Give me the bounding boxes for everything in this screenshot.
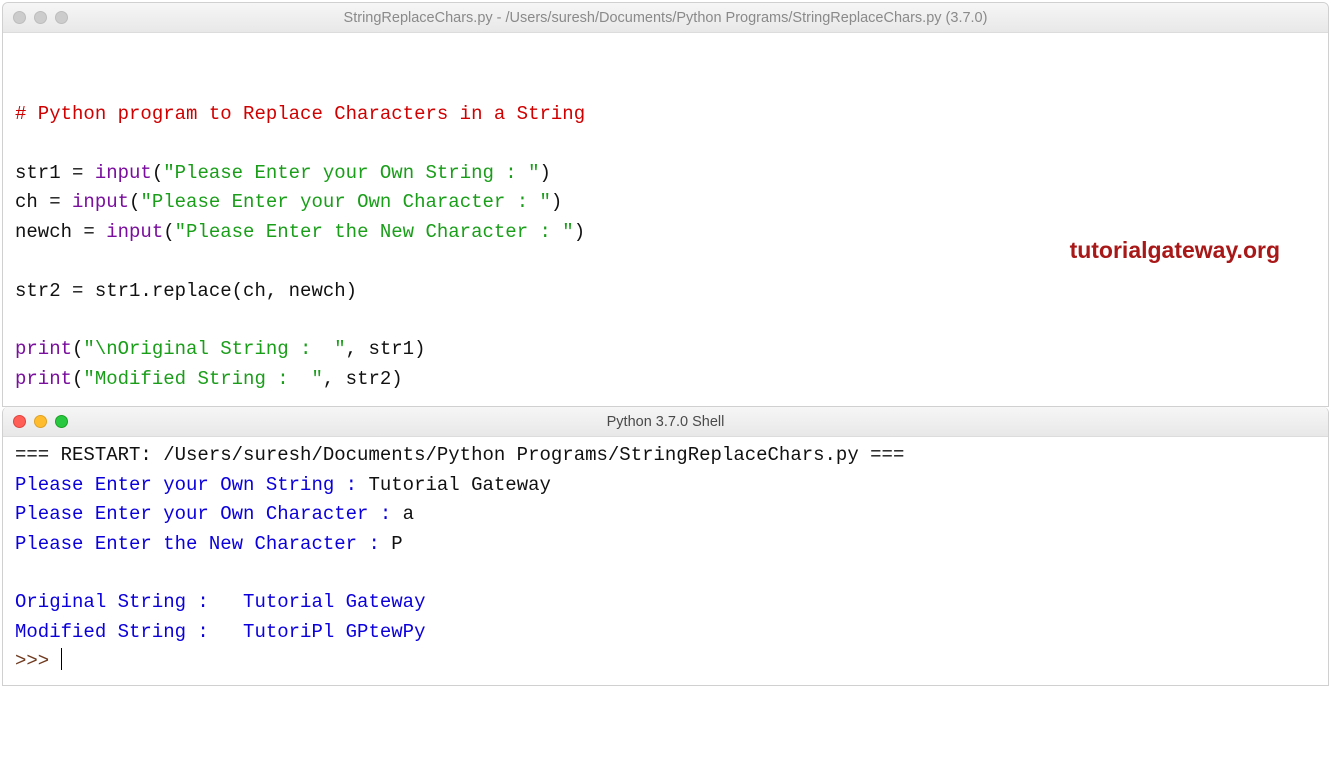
cursor-icon xyxy=(61,648,63,670)
code-text: ) xyxy=(574,221,585,243)
code-text: ) xyxy=(540,162,551,184)
code-text: , str2) xyxy=(323,368,403,390)
code-keyword: input xyxy=(95,162,152,184)
editor-traffic-lights xyxy=(13,11,68,24)
minimize-icon[interactable] xyxy=(34,11,47,24)
code-editor[interactable]: tutorialgateway.org # Python program to … xyxy=(3,33,1328,406)
shell-window: Python 3.7.0 Shell === RESTART: /Users/s… xyxy=(2,407,1329,686)
code-keyword: input xyxy=(106,221,163,243)
code-keyword: print xyxy=(15,368,72,390)
minimize-icon[interactable] xyxy=(34,415,47,428)
close-icon[interactable] xyxy=(13,11,26,24)
code-text: newch = xyxy=(15,221,106,243)
shell-restart: === RESTART: /Users/suresh/Documents/Pyt… xyxy=(15,444,904,466)
code-keyword: print xyxy=(15,338,72,360)
code-comment: # Python program to Replace Characters i… xyxy=(15,103,585,125)
code-string: "Please Enter your Own String : " xyxy=(163,162,539,184)
code-text: ( xyxy=(152,162,163,184)
code-string: "\nOriginal String : " xyxy=(83,338,345,360)
shell-prompt: >>> xyxy=(15,650,61,672)
code-text: ) xyxy=(551,191,562,213)
code-text: ( xyxy=(72,368,83,390)
code-text: ( xyxy=(72,338,83,360)
editor-titlebar[interactable]: StringReplaceChars.py - /Users/suresh/Do… xyxy=(3,3,1328,33)
shell-title: Python 3.7.0 Shell xyxy=(13,414,1318,430)
code-text: ( xyxy=(163,221,174,243)
shell-output-text: Modified String : TutoriPl GPtewPy xyxy=(15,621,425,643)
code-text: , str1) xyxy=(346,338,426,360)
shell-output[interactable]: === RESTART: /Users/suresh/Documents/Pyt… xyxy=(3,437,1328,685)
close-icon[interactable] xyxy=(13,415,26,428)
shell-input-text: Tutorial Gateway xyxy=(368,474,550,496)
shell-prompt-text: Please Enter your Own Character : xyxy=(15,503,403,525)
code-string: "Please Enter the New Character : " xyxy=(175,221,574,243)
code-text: ( xyxy=(129,191,140,213)
shell-traffic-lights xyxy=(13,415,68,428)
code-keyword: input xyxy=(72,191,129,213)
zoom-icon[interactable] xyxy=(55,11,68,24)
zoom-icon[interactable] xyxy=(55,415,68,428)
editor-title: StringReplaceChars.py - /Users/suresh/Do… xyxy=(13,10,1318,26)
shell-prompt-text: Please Enter the New Character : xyxy=(15,533,391,555)
code-text: ch = xyxy=(15,191,72,213)
watermark-text: tutorialgateway.org xyxy=(1070,233,1280,269)
code-string: "Modified String : " xyxy=(83,368,322,390)
shell-prompt-text: Please Enter your Own String : xyxy=(15,474,368,496)
shell-input-text: a xyxy=(403,503,414,525)
editor-window: StringReplaceChars.py - /Users/suresh/Do… xyxy=(2,2,1329,407)
code-text: str2 = str1.replace(ch, newch) xyxy=(15,280,357,302)
code-text: str1 = xyxy=(15,162,95,184)
shell-titlebar[interactable]: Python 3.7.0 Shell xyxy=(3,407,1328,437)
code-string: "Please Enter your Own Character : " xyxy=(140,191,550,213)
shell-input-text: P xyxy=(391,533,402,555)
shell-output-text: Original String : Tutorial Gateway xyxy=(15,591,425,613)
